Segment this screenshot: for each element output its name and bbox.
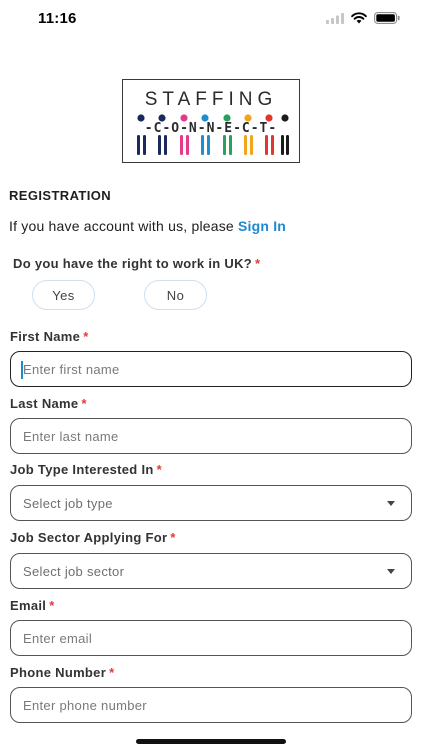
required-mark: * — [170, 530, 176, 545]
logo-figure-bar — [186, 135, 189, 155]
last-name-label-text: Last Name — [10, 396, 79, 411]
page-title: REGISTRATION — [9, 188, 112, 203]
wifi-icon — [351, 12, 367, 24]
first-name-label-text: First Name — [10, 329, 81, 344]
logo-figure-bar — [164, 135, 167, 155]
phone-label-text: Phone Number — [10, 665, 107, 680]
required-mark: * — [83, 329, 89, 344]
phone-label: Phone Number * — [10, 665, 114, 680]
required-mark: * — [109, 665, 115, 680]
no-option-button[interactable]: No — [144, 280, 207, 310]
job-type-select-value: Select job type — [23, 495, 113, 511]
last-name-label: Last Name * — [10, 396, 87, 411]
logo-figure-bar — [180, 135, 183, 155]
first-name-field[interactable] — [10, 351, 412, 387]
logo-figure-bar — [244, 135, 247, 155]
battery-icon — [374, 12, 400, 24]
chevron-down-icon — [387, 569, 395, 574]
last-name-input[interactable] — [11, 419, 411, 453]
email-field[interactable] — [10, 620, 412, 656]
text-cursor — [21, 361, 23, 379]
job-type-label: Job Type Interested In * — [10, 462, 162, 477]
chevron-down-icon — [387, 501, 395, 506]
status-bar: 11:16 — [0, 0, 422, 40]
email-label-text: Email — [10, 598, 47, 613]
status-time: 11:16 — [38, 10, 77, 27]
logo-figure-bar — [286, 135, 289, 155]
logo-figure-bar — [158, 135, 161, 155]
logo-figure-bar — [201, 135, 204, 155]
signal-icon — [326, 12, 344, 24]
right-to-work-question-text: Do you have the right to work in UK? — [13, 256, 253, 271]
home-indicator[interactable] — [136, 739, 286, 744]
job-sector-select-value: Select job sector — [23, 563, 125, 579]
first-name-input[interactable] — [11, 352, 411, 386]
status-icons — [326, 12, 400, 24]
phone-field[interactable] — [10, 687, 412, 723]
first-name-label: First Name * — [10, 329, 89, 344]
logo-figure-bar — [229, 135, 232, 155]
logo-figure-bar — [281, 135, 284, 155]
staffing-connect-logo: STAFFING -C-O-N-N-E-C-T- — [122, 79, 300, 163]
logo-wordmark: STAFFING — [144, 89, 278, 110]
job-sector-label-text: Job Sector Applying For — [10, 530, 168, 545]
job-sector-label: Job Sector Applying For * — [10, 530, 176, 545]
job-type-label-text: Job Type Interested In — [10, 462, 154, 477]
job-sector-select[interactable]: Select job sector — [10, 553, 412, 589]
required-mark: * — [156, 462, 162, 477]
logo-subword: -C-O-N-N-E-C-T- — [144, 121, 278, 136]
logo-figure-bar — [250, 135, 253, 155]
signin-link[interactable]: Sign In — [238, 218, 286, 234]
logo-figure-bar — [143, 135, 146, 155]
required-mark: * — [49, 598, 55, 613]
logo-figures — [137, 135, 289, 155]
required-mark: * — [255, 256, 261, 271]
yes-option-button[interactable]: Yes — [32, 280, 95, 310]
email-input[interactable] — [11, 621, 411, 655]
logo-figure-bar — [271, 135, 274, 155]
signin-prompt-text: If you have account with us, please — [9, 218, 238, 234]
logo-figure-bar — [265, 135, 268, 155]
job-type-select[interactable]: Select job type — [10, 485, 412, 521]
signin-prompt: If you have account with us, please Sign… — [9, 218, 286, 234]
phone-input[interactable] — [11, 688, 411, 722]
logo-figure-bar — [137, 135, 140, 155]
logo-figure-bar — [207, 135, 210, 155]
logo-figure-bar — [223, 135, 226, 155]
right-to-work-question: Do you have the right to work in UK? * — [13, 256, 260, 271]
required-mark: * — [81, 396, 87, 411]
last-name-field[interactable] — [10, 418, 412, 454]
email-label: Email * — [10, 598, 55, 613]
